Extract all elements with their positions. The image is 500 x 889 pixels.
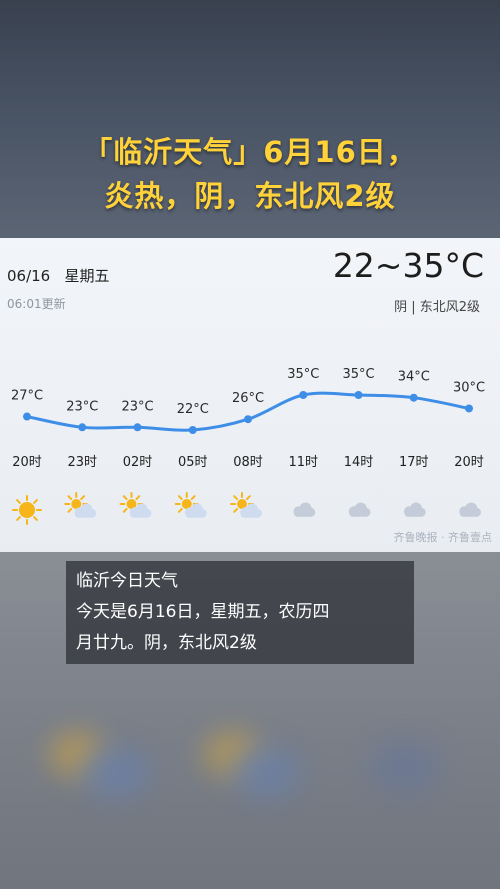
temp-label: 34°C xyxy=(398,370,430,385)
cloud-icon xyxy=(404,502,426,517)
time-label: 08时 xyxy=(233,455,263,470)
temp-point xyxy=(78,423,87,432)
partly-cloudy-icon xyxy=(174,492,207,518)
caption-box: 临沂今日天气 今天是6月16日，星期五，农历四 月廿九。阴，东北风2级 xyxy=(66,561,414,664)
time-label: 20时 xyxy=(12,455,42,470)
time-label: 20时 xyxy=(454,455,484,470)
time-label: 11时 xyxy=(288,455,318,470)
temp-label: 23°C xyxy=(121,399,153,414)
watermark: 齐鲁晚报 · 齐鲁壹点 xyxy=(393,531,493,544)
temp-point xyxy=(299,391,308,399)
partly-cloudy-icon xyxy=(64,492,97,518)
time-label: 17时 xyxy=(399,455,429,470)
temp-label: 27°C xyxy=(11,389,43,404)
temp-label: 26°C xyxy=(232,391,264,406)
headline-line-1: 「临沂天气」6月16日， xyxy=(83,135,417,169)
cloud-icon xyxy=(293,502,316,517)
temp-label: 35°C xyxy=(342,367,374,382)
blurred-cloud-icon xyxy=(370,742,440,792)
temp-label: 35°C xyxy=(287,367,319,382)
blurred-cloud-icon xyxy=(80,747,150,797)
caption-line-3: 月廿九。阴，东北风2级 xyxy=(76,633,257,653)
weather-card: 06/16 星期五 06:01更新 22~35°C 阴 | 东北风2级 27°C… xyxy=(0,238,500,552)
temp-label: 23°C xyxy=(66,399,98,414)
temp-point xyxy=(244,415,252,424)
time-label: 05时 xyxy=(178,455,208,470)
partly-cloudy-icon xyxy=(119,492,152,518)
time-label: 23时 xyxy=(67,455,97,470)
temp-label: 22°C xyxy=(177,402,209,417)
temp-point xyxy=(465,404,473,413)
headline: 「临沂天气」6月16日， 炎热，阴，东北风2级 xyxy=(0,130,500,218)
temp-label: 30°C xyxy=(453,380,485,395)
time-label: 02时 xyxy=(123,455,153,470)
temp-point xyxy=(188,426,197,434)
headline-line-2: 炎热，阴，东北风2级 xyxy=(104,179,396,213)
temp-point xyxy=(133,423,142,432)
partly-cloudy-icon xyxy=(230,492,262,518)
hourly-chart: 27°C 20时 23°C 23时 23°C 02时 22°C 05时 26°C 08时 35°C 1… xyxy=(11,367,485,525)
cloud-icon xyxy=(348,502,371,517)
caption-line-2: 今天是6月16日，星期五，农历四 xyxy=(76,602,330,622)
blurred-cloud-icon xyxy=(230,747,300,797)
caption-title: 临沂今日天气 xyxy=(76,571,178,591)
time-label: 14时 xyxy=(344,455,374,470)
cloud-icon xyxy=(459,502,481,517)
temp-point xyxy=(354,391,363,399)
temp-point xyxy=(23,412,31,421)
temp-point xyxy=(409,393,418,402)
sun-icon xyxy=(12,495,42,525)
